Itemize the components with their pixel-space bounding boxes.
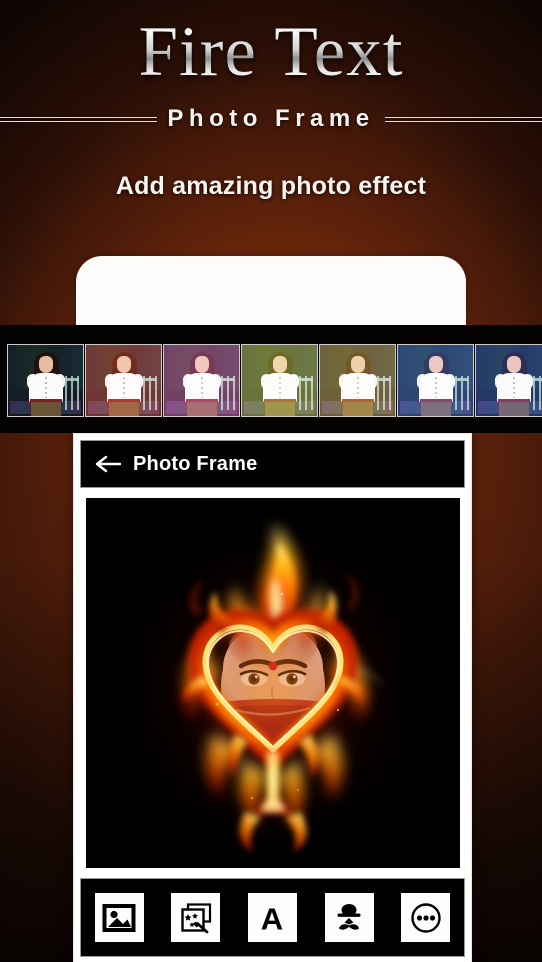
filter-thumbnail[interactable]	[397, 344, 474, 417]
thumbnail-photo	[86, 345, 161, 416]
device-top-shape	[76, 256, 466, 336]
promo-header: Fire Text Photo Frame Add amazing photo …	[0, 0, 542, 220]
effects-button[interactable]	[171, 893, 221, 942]
sticker-hat-mustache-icon	[337, 903, 361, 930]
rule-left	[0, 116, 158, 123]
thumbnail-list	[7, 344, 542, 417]
photo-canvas[interactable]	[85, 498, 460, 868]
svg-text:A: A	[261, 901, 283, 935]
filter-preview-strip	[0, 325, 542, 433]
thumbnail-photo	[476, 345, 542, 416]
promo-screenshot: Fire Text Photo Frame Add amazing photo …	[0, 0, 542, 962]
filter-thumbnail[interactable]	[7, 344, 84, 417]
thumbnail-photo	[320, 345, 395, 416]
thumbnail-photo	[8, 345, 83, 416]
text-button[interactable]: A	[247, 893, 297, 942]
filter-thumbnail[interactable]	[475, 344, 542, 417]
app-subtitle: Photo Frame	[167, 105, 375, 132]
filter-thumbnail[interactable]	[241, 344, 318, 417]
image-icon	[102, 903, 136, 932]
promo-tagline: Add amazing photo effect	[115, 172, 427, 200]
bottom-toolbar: A	[80, 878, 465, 957]
gallery-button[interactable]	[94, 893, 144, 942]
sticker-button[interactable]	[324, 893, 374, 942]
filter-thumbnail[interactable]	[163, 344, 240, 417]
more-button[interactable]	[401, 893, 451, 942]
arrow-left-icon[interactable]	[95, 454, 122, 474]
app-title: Fire Text	[0, 10, 542, 94]
app-subtitle-row: Photo Frame	[0, 100, 542, 138]
filter-thumbnail[interactable]	[85, 344, 162, 417]
canvas-area	[83, 496, 462, 870]
app-bar: Photo Frame	[80, 440, 465, 488]
magic-wand-icon	[181, 902, 211, 933]
more-dots-icon	[410, 902, 441, 933]
fire-heart-artwork	[85, 498, 460, 868]
filter-thumbnail[interactable]	[319, 344, 396, 417]
app-bar-title: Photo Frame	[133, 452, 258, 475]
thumbnail-photo	[242, 345, 317, 416]
thumbnail-photo	[398, 345, 473, 416]
rule-right	[384, 116, 542, 123]
phone-mockup: Photo Frame A	[73, 433, 472, 962]
thumbnail-photo	[164, 345, 239, 416]
letter-a-icon: A	[261, 901, 283, 935]
